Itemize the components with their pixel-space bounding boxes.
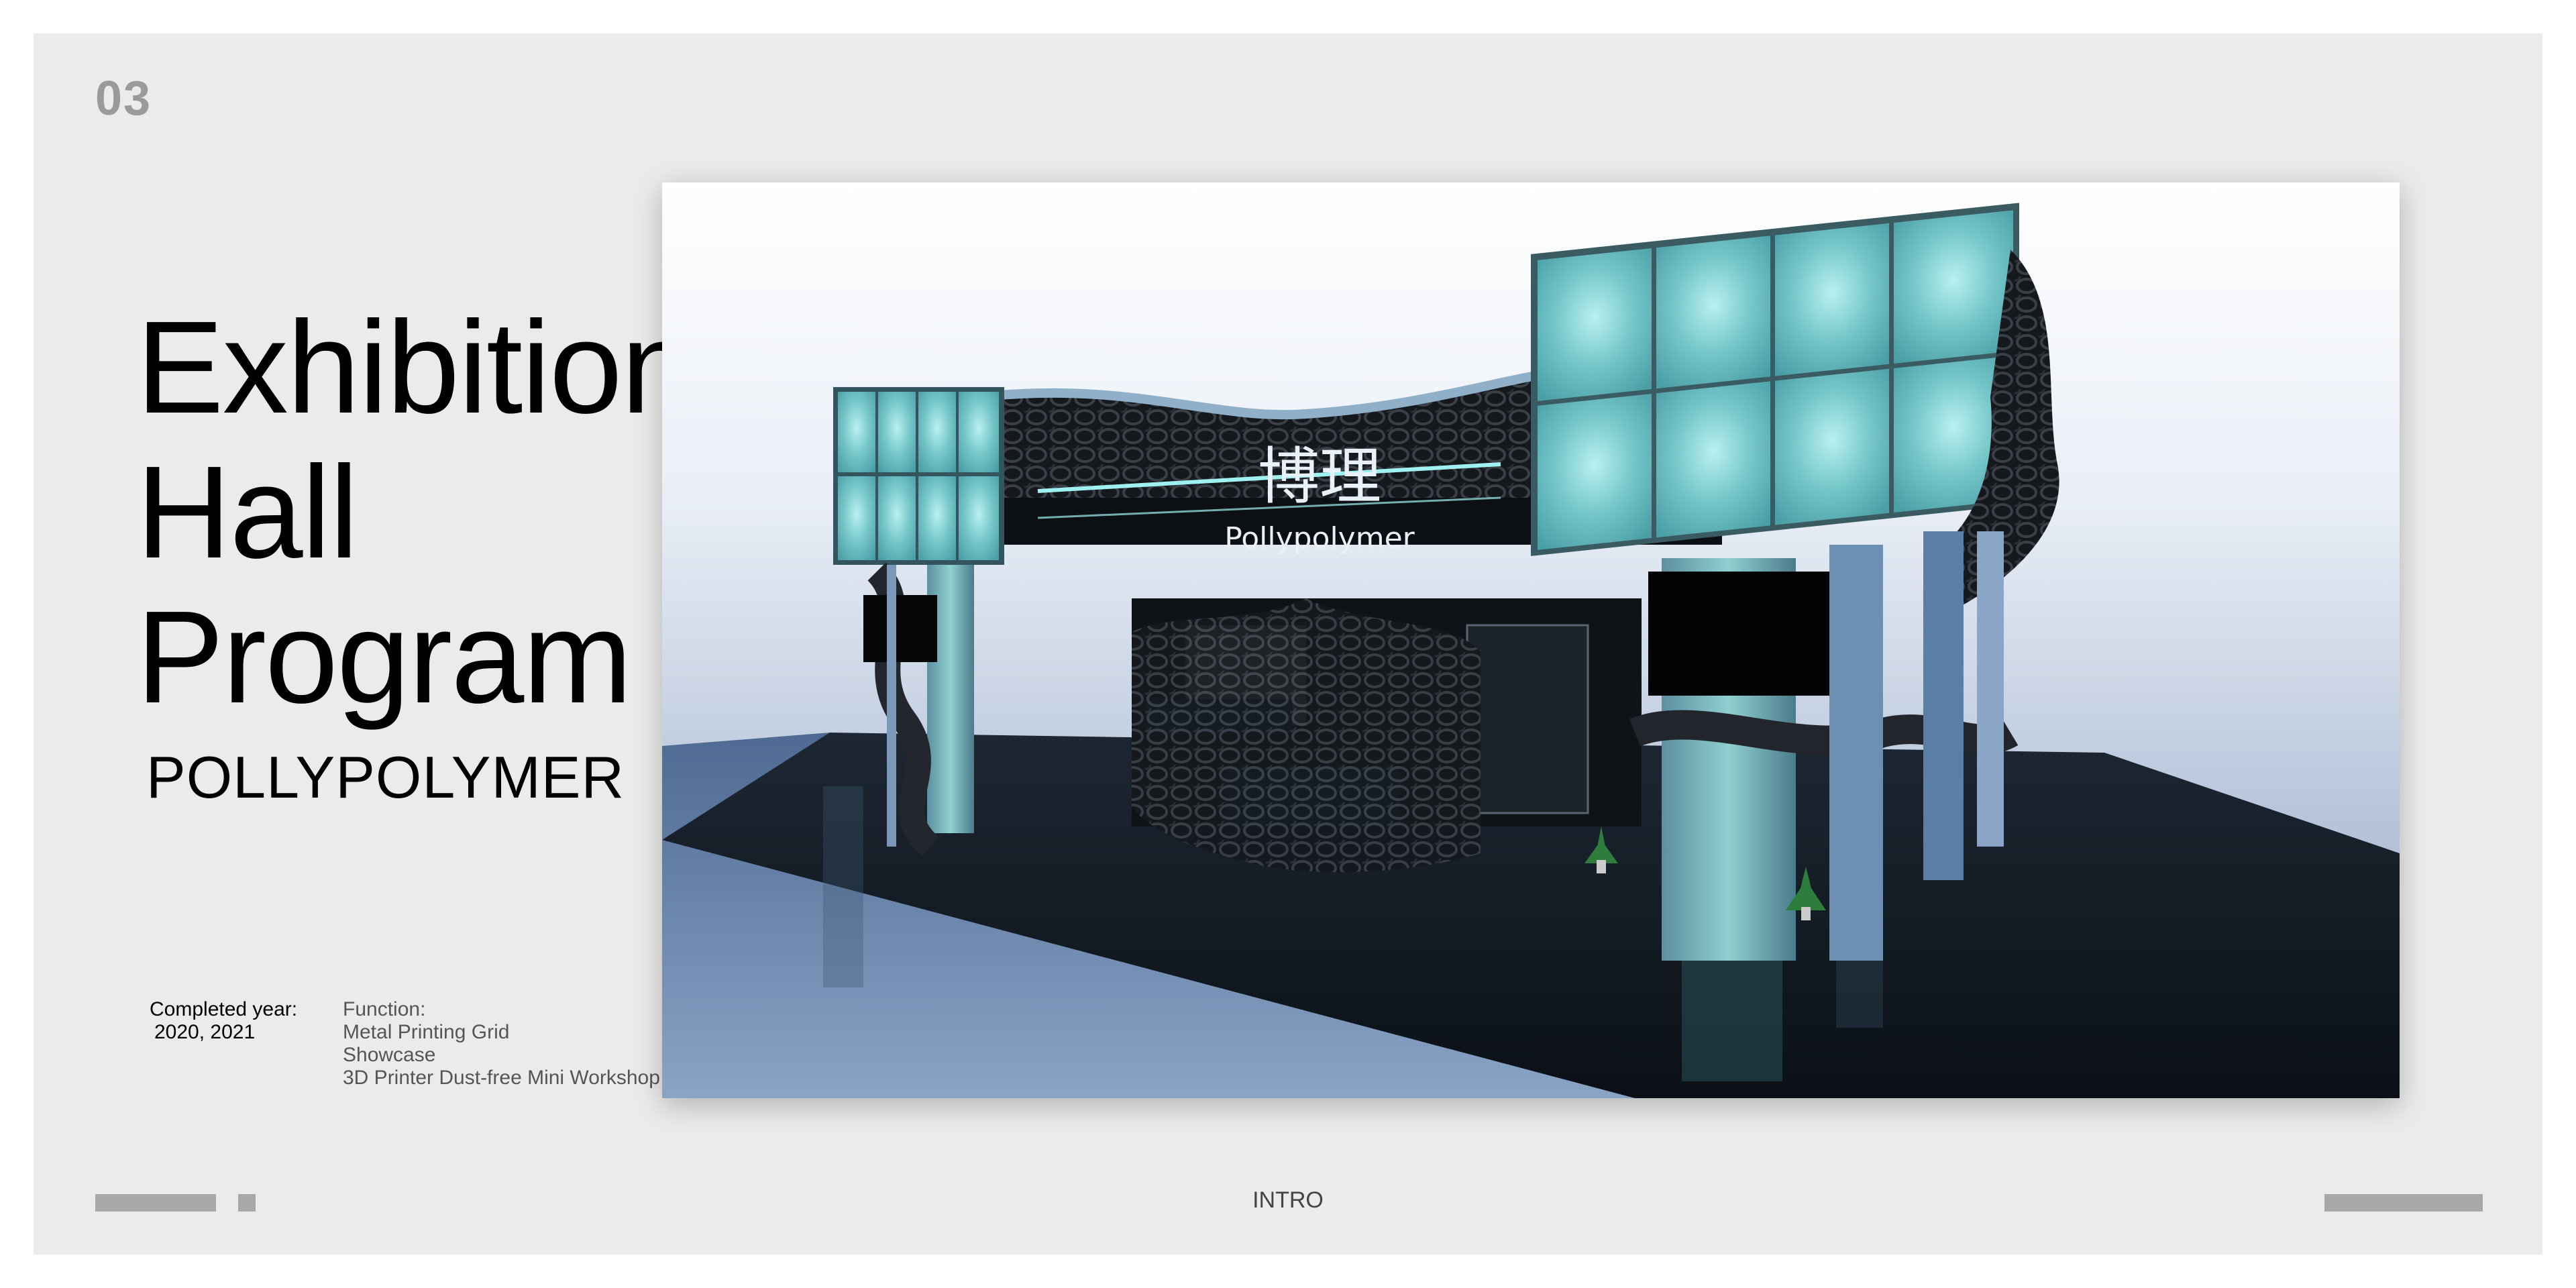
title-line-2: Hall	[136, 439, 359, 586]
right-glass-panel	[1531, 203, 2019, 556]
title-line-1: Exhibition	[136, 294, 694, 441]
function-label: Function:	[343, 998, 426, 1020]
function-item: Metal Printing Grid	[343, 1021, 510, 1043]
sign-english: Pollypolymer	[1224, 521, 1415, 555]
footer-bar-right	[2324, 1194, 2483, 1212]
page-title: Exhibition Hall Program	[136, 294, 694, 731]
slide-page: 03 Exhibition Hall Program POLLYPOLYMER …	[34, 34, 2542, 1254]
section-label: INTRO	[1252, 1187, 1324, 1213]
function-item: 3D Printer Dust-free Mini Workshop	[343, 1067, 660, 1089]
completed-year-value: 2020, 2021	[154, 1021, 256, 1043]
booth-rendering-image: 博理 Pollypolymer	[662, 182, 2400, 1098]
left-glass-panel	[833, 387, 1004, 565]
page-number: 03	[95, 72, 152, 125]
function-item: Showcase	[343, 1044, 436, 1066]
sign-chinese: 博理	[1258, 441, 1381, 513]
function-list: Function: Metal Printing Grid Showcase 3…	[343, 998, 660, 1089]
completed-year-label: Completed year:	[150, 998, 298, 1020]
project-name: POLLYPOLYMER	[146, 744, 625, 810]
title-line-3: Program	[136, 584, 633, 731]
